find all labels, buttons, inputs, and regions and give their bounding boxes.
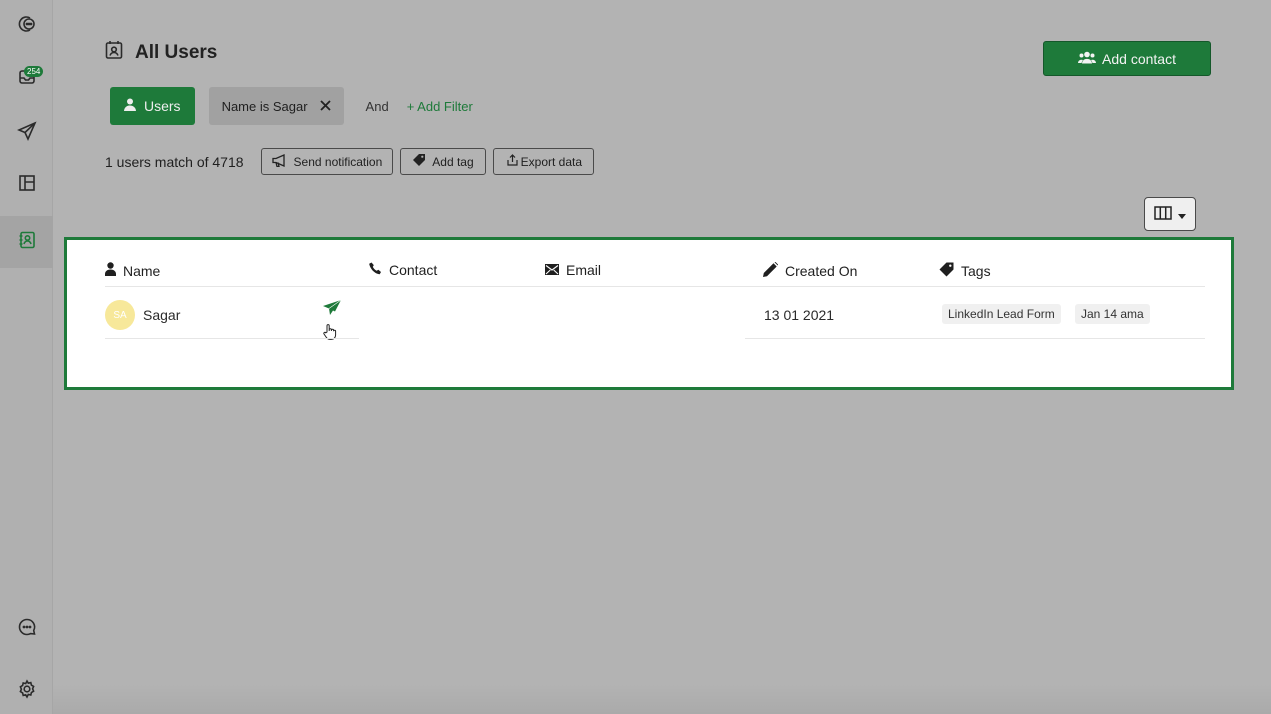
sidebar-item-messages[interactable] bbox=[0, 603, 53, 655]
close-icon[interactable] bbox=[319, 99, 331, 114]
send-notification-label: Send notification bbox=[293, 154, 383, 169]
column-header-contact[interactable]: Contact bbox=[369, 262, 437, 278]
filter-chip-label: Name is Sagar bbox=[221, 98, 308, 114]
phone-icon bbox=[369, 262, 382, 278]
column-header-created-on[interactable]: Created On bbox=[763, 262, 857, 280]
contacts-page-icon bbox=[105, 40, 123, 65]
tag-badge: Jan 14 ama bbox=[1075, 304, 1150, 324]
add-contact-label: Add contact bbox=[1102, 50, 1176, 67]
add-filter-link[interactable]: + Add Filter bbox=[407, 99, 473, 114]
created-on-cell: 13 01 2021 bbox=[764, 307, 835, 323]
column-header-name[interactable]: Name bbox=[105, 262, 160, 279]
chat-bubble-logo-icon bbox=[17, 14, 37, 39]
tag-badge: LinkedIn Lead Form bbox=[942, 304, 1061, 324]
person-icon bbox=[105, 262, 116, 279]
row-divider bbox=[745, 338, 1205, 339]
column-picker-button[interactable] bbox=[1144, 197, 1196, 231]
layout-icon bbox=[17, 173, 37, 198]
sidebar: 254 bbox=[0, 0, 53, 714]
column-header-label: Name bbox=[123, 262, 161, 279]
hand-pointer-cursor-icon bbox=[323, 324, 337, 345]
sidebar-item-campaigns[interactable] bbox=[0, 107, 53, 159]
add-tag-label: Add tag bbox=[432, 154, 474, 169]
segment-label: Users bbox=[144, 98, 181, 114]
user-name-link[interactable]: Sagar bbox=[143, 307, 180, 323]
match-count: 1 users match of 4718 bbox=[105, 153, 244, 170]
avatar[interactable]: SA bbox=[105, 300, 135, 330]
send-message-icon[interactable] bbox=[323, 299, 342, 322]
filter-bar: Users Name is Sagar And + Add Filter bbox=[110, 87, 473, 125]
filter-chip-name[interactable]: Name is Sagar bbox=[208, 87, 344, 125]
message-icon bbox=[17, 617, 37, 642]
export-data-button[interactable]: Export data bbox=[492, 148, 595, 175]
add-contact-button[interactable]: Add contact bbox=[1043, 41, 1211, 76]
column-header-label: Created On bbox=[785, 263, 858, 279]
user-icon bbox=[124, 98, 136, 114]
add-tag-button[interactable]: Add tag bbox=[400, 148, 486, 175]
page-header: All Users bbox=[105, 40, 217, 65]
segment-users-button[interactable]: Users bbox=[110, 87, 195, 125]
column-header-email[interactable]: Email bbox=[545, 262, 601, 278]
caret-down-icon bbox=[1178, 207, 1186, 222]
bottom-shade bbox=[53, 684, 1271, 714]
column-header-label: Contact bbox=[389, 262, 438, 278]
tag-icon bbox=[412, 153, 426, 170]
main-content: All Users Add contact Users Name is Saga… bbox=[53, 0, 1271, 714]
tag-icon bbox=[939, 262, 954, 280]
megaphone-icon bbox=[271, 153, 288, 170]
sidebar-item-layout[interactable] bbox=[0, 159, 53, 211]
header-divider bbox=[105, 286, 1205, 287]
column-header-label: Tags bbox=[961, 263, 991, 279]
users-table: Name Contact Email Created On Tags SA Sa… bbox=[64, 237, 1234, 390]
column-header-tags[interactable]: Tags bbox=[939, 262, 991, 280]
sidebar-item-settings[interactable] bbox=[0, 665, 53, 714]
inbox-badge: 254 bbox=[24, 66, 44, 77]
contacts-book-icon bbox=[17, 230, 37, 255]
column-header-label: Email bbox=[566, 262, 602, 278]
sidebar-item-inbox[interactable]: 254 bbox=[0, 52, 53, 104]
export-icon bbox=[507, 154, 518, 169]
settings-gear-icon bbox=[17, 678, 37, 704]
sidebar-item-home[interactable] bbox=[0, 0, 53, 52]
envelope-icon bbox=[545, 262, 559, 278]
columns-icon bbox=[1154, 205, 1172, 223]
page-title: All Users bbox=[135, 41, 218, 63]
filter-conjunction[interactable]: And bbox=[366, 99, 389, 114]
bulk-actions-bar: 1 users match of 4718 Send notification … bbox=[105, 148, 601, 175]
export-data-label: Export data bbox=[520, 154, 583, 169]
send-notification-button[interactable]: Send notification bbox=[260, 148, 394, 175]
send-icon bbox=[16, 120, 37, 146]
row-divider bbox=[105, 338, 359, 339]
sidebar-item-contacts[interactable] bbox=[0, 216, 53, 268]
pencil-icon bbox=[763, 262, 778, 280]
users-group-icon bbox=[1078, 51, 1097, 67]
